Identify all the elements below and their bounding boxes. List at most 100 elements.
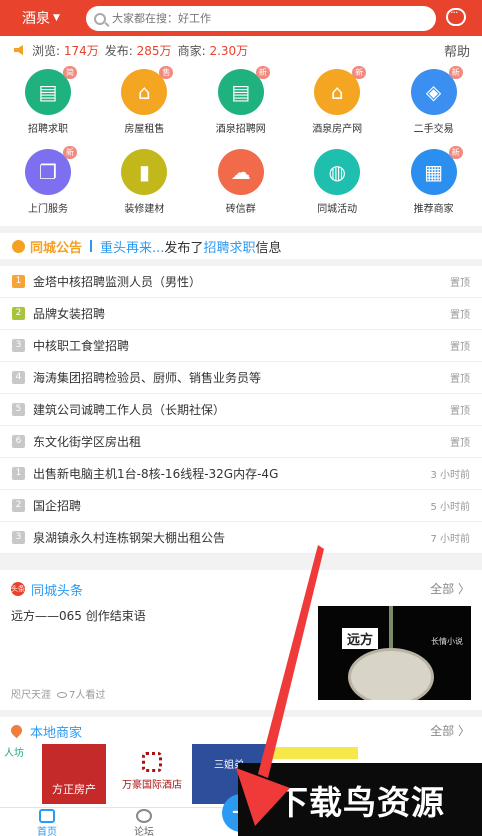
copy-icon: ❐ 新 <box>25 146 77 195</box>
headline-all-link[interactable]: 全部 〉 <box>430 580 470 597</box>
top-header: 酒泉 ▼ <box>0 0 482 36</box>
balloon-icon: ◍ <box>314 149 361 195</box>
pendant-cord <box>389 606 393 650</box>
new-badge: 新 <box>255 66 270 79</box>
list-item-meta: 置顶 <box>450 278 470 289</box>
list-item[interactable]: 3 泉湖镇永久村连栋钢架大棚出租公告 7 小时前 <box>0 522 482 554</box>
search-bar[interactable] <box>86 6 436 31</box>
house-icon: ⌂ 售 <box>121 66 174 115</box>
new-badge: 简 <box>63 66 77 79</box>
forum-icon <box>136 809 152 823</box>
list-item-meta: 置顶 <box>450 342 470 353</box>
list-item-meta: 5 小时前 <box>430 502 470 513</box>
list-item[interactable]: 1 出售新电脑主机1台-8核-16线程-32G内存-4G 3 小时前 <box>0 458 482 490</box>
announcement-category: 招聘求职 <box>203 240 256 256</box>
stat-merchants: 商家: 2.30万 <box>177 43 249 58</box>
category-7[interactable]: ▮ 装修建材 <box>96 144 192 220</box>
rank-badge: 1 <box>12 467 25 480</box>
category-label: 招聘求职 <box>28 124 68 135</box>
rank-badge: 6 <box>12 435 25 448</box>
list-item-title: 出售新电脑主机1台-8核-16线程-32G内存-4G <box>33 467 279 481</box>
merchant-title: 本地商家 <box>30 726 83 741</box>
rank-badge: 5 <box>12 403 25 416</box>
thumbnail-label: 远方 <box>342 628 379 649</box>
merchant-logo-hotel[interactable]: 万豪国际酒店 <box>120 744 184 804</box>
stat-posts: 发布: 285万 <box>104 43 172 58</box>
category-3[interactable]: ▤ 新酒泉招聘网 <box>193 64 289 140</box>
category-label: 酒泉房产网 <box>312 124 363 135</box>
category-1[interactable]: ▤ 简招聘求职 <box>0 64 96 140</box>
list-item-title: 建筑公司诚聘工作人员（长期社保） <box>33 403 226 417</box>
tag-icon: ◈ 新 <box>410 66 463 115</box>
list-item[interactable]: 5 建筑公司诚聘工作人员（长期社保） 置顶 <box>0 394 482 426</box>
category-label: 酒泉招聘网 <box>215 124 266 135</box>
headline-title: 同城头条 <box>31 584 84 599</box>
city-selector[interactable]: 酒泉 ▼ <box>0 8 80 28</box>
headline-meta: 咫尺天涯 7人看过 <box>11 686 105 701</box>
rank-badge: 4 <box>12 371 25 384</box>
headline-views: 7人看过 <box>69 690 106 701</box>
eye-icon <box>57 692 67 698</box>
tab-home[interactable]: 首页 <box>12 808 82 836</box>
list-item[interactable]: 2 品牌女装招聘 置顶 <box>0 298 482 330</box>
new-badge: 新 <box>448 66 463 79</box>
list-item-title: 国企招聘 <box>33 499 82 513</box>
home-icon <box>39 809 55 823</box>
merchant-logo-banner[interactable] <box>268 747 358 759</box>
tab-forum[interactable]: 论坛 <box>109 808 179 836</box>
list-item-title: 海涛集团招聘检验员、厨师、销售业务员等 <box>33 371 262 385</box>
post-list: 1 金塔中核招聘监测人员（男性） 置顶 2 品牌女装招聘 置顶 3 中核职工食堂招聘 置顶 4 海涛… <box>0 266 482 554</box>
chat-icon: ☁ <box>217 149 264 195</box>
category-label: 二手交易 <box>413 124 454 135</box>
search-input[interactable] <box>112 12 412 25</box>
list-item[interactable]: 6 东文化街学区房出租 置顶 <box>0 426 482 458</box>
category-8[interactable]: ☁ 砖信群 <box>193 144 289 220</box>
announcement-title: 同城公告 <box>30 240 83 256</box>
category-6[interactable]: ❐ 新上门服务 <box>0 144 96 220</box>
new-badge: 新 <box>63 146 77 159</box>
rank-badge: 1 <box>12 275 25 288</box>
id-card-icon: ▤ 新 <box>217 66 270 115</box>
merchant-logo-fangzheng[interactable]: 方正房产 <box>42 744 106 804</box>
rank-badge: 3 <box>12 339 25 352</box>
merchant-all-link[interactable]: 全部 〉 <box>430 722 470 739</box>
list-item-meta: 7 小时前 <box>430 534 470 545</box>
category-9[interactable]: ◍ 同城活动 <box>289 144 385 220</box>
category-grid: ▤ 简招聘求职 ⌂ 售房屋租售 ▤ 新酒泉招聘网 ⌂ 新酒泉房产网 ◈ 新二手交易 ❐ 新上门服务 ▮ 装… <box>0 64 482 226</box>
announcement-suffix: 信息 <box>255 240 282 256</box>
stat-views: 浏览: 174万 <box>32 43 99 58</box>
help-link[interactable]: 帮助 <box>444 41 470 60</box>
headline-thumbnail[interactable]: 远方 长情小说 <box>318 606 471 700</box>
new-badge: 新 <box>352 66 367 79</box>
category-label: 推荐商家 <box>413 204 454 215</box>
list-item-meta: 3 小时前 <box>430 470 470 481</box>
headline-article-title[interactable]: 远方——065 创作结束语 <box>11 607 146 624</box>
rank-badge: 2 <box>12 499 25 512</box>
divider <box>90 240 93 252</box>
list-item-title: 泉湖镇永久村连栋钢架大棚出租公告 <box>33 531 226 545</box>
category-label: 房屋租售 <box>124 124 165 135</box>
list-item-title: 品牌女装招聘 <box>33 307 106 321</box>
list-item[interactable]: 4 海涛集团招聘检验员、厨师、销售业务员等 置顶 <box>0 362 482 394</box>
category-10[interactable]: ▦ 新推荐商家 <box>386 144 482 220</box>
announcement-bar[interactable]: 同城公告 重头再来... 发布了 招聘求职 信息 <box>0 233 482 259</box>
list-item[interactable]: 3 中核职工食堂招聘 置顶 <box>0 330 482 362</box>
headline-author: 咫尺天涯 <box>11 690 51 701</box>
knot-logo-icon <box>142 752 162 772</box>
message-icon[interactable] <box>446 6 466 26</box>
rank-badge: 3 <box>12 531 25 544</box>
new-badge: 新 <box>448 146 463 159</box>
id-card-icon: ▤ 简 <box>25 66 77 115</box>
list-item-meta: 置顶 <box>450 406 470 417</box>
category-2[interactable]: ⌂ 售房屋租售 <box>96 64 192 140</box>
category-5[interactable]: ◈ 新二手交易 <box>386 64 482 140</box>
watermark-banner: 下载鸟资源 <box>238 763 482 836</box>
list-item[interactable]: 1 金塔中核招聘监测人员（男性） 置顶 <box>0 266 482 298</box>
headline-icon: 头条 <box>11 582 25 596</box>
merchant-logo-partial[interactable]: 人坊 <box>4 744 34 804</box>
list-item[interactable]: 2 国企招聘 5 小时前 <box>0 490 482 522</box>
stats-bar: 浏览: 174万 发布: 285万 商家: 2.30万 帮助 <box>0 36 482 64</box>
list-item-meta: 置顶 <box>450 374 470 385</box>
category-4[interactable]: ⌂ 新酒泉房产网 <box>289 64 385 140</box>
rank-badge: 2 <box>12 307 25 320</box>
